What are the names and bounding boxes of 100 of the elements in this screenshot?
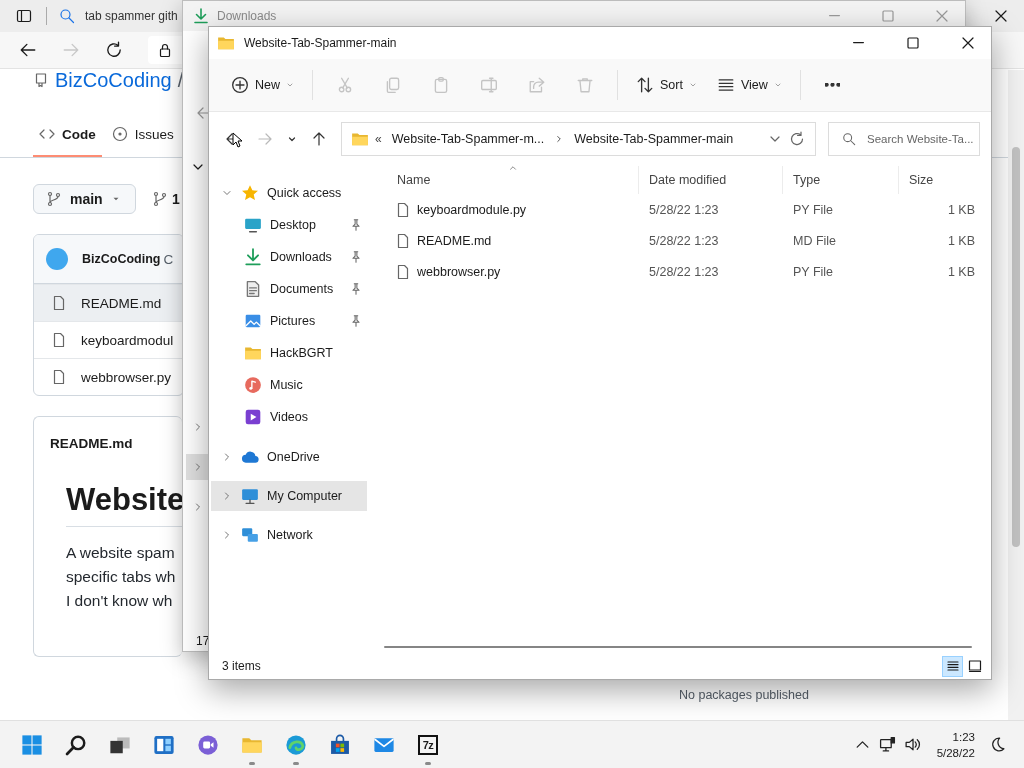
rename-icon [480, 76, 498, 94]
nav-item[interactable]: HackBGRT [211, 337, 367, 369]
branch-button[interactable]: main [33, 184, 136, 214]
music-icon [244, 376, 262, 394]
column-header[interactable]: Type [783, 166, 899, 194]
sidebar-icon[interactable] [16, 8, 32, 24]
column-header[interactable]: Date modified [639, 166, 783, 194]
nav-item[interactable]: Documents [211, 273, 367, 305]
search-icon [59, 8, 75, 24]
nav-item[interactable] [186, 454, 209, 480]
readme-text: specific tabs wh [66, 567, 177, 587]
folder-icon [217, 34, 235, 52]
speaker-icon[interactable] [903, 736, 921, 753]
folder-icon [351, 130, 369, 148]
nav-item[interactable]: Pictures [211, 305, 367, 337]
file-name: webbrowser.py [417, 264, 501, 279]
tiles-view-icon [966, 658, 983, 674]
column-header[interactable]: Name [387, 166, 639, 194]
file-name: README.md [417, 233, 492, 248]
store-icon [329, 733, 351, 756]
repo-tab[interactable]: Issues [105, 113, 174, 157]
view-button[interactable] [942, 655, 963, 677]
table-cell-text: 1 KB [946, 264, 976, 279]
scrollbar[interactable] [1008, 70, 1024, 720]
avatar [46, 248, 68, 270]
nav-item[interactable]: My Computer [211, 481, 367, 511]
clock-time[interactable]: 1:23 [952, 728, 975, 745]
nav-item[interactable]: Downloads [211, 241, 367, 273]
file-link[interactable]: keyboardmodul [81, 332, 174, 348]
download-icon [193, 8, 209, 24]
file-link[interactable]: README.md [81, 295, 162, 311]
commit-message[interactable]: C [163, 251, 174, 267]
refresh-icon[interactable] [105, 41, 123, 59]
branches-link[interactable]: 1 [152, 191, 180, 207]
nav-item[interactable]: OneDrive [211, 441, 367, 473]
address-bar[interactable]: « Website-Tab-Spammer-m... Website-Tab-Spammer-main [341, 122, 816, 156]
readme-text: I don't know wh [66, 591, 174, 611]
nav-item[interactable]: Quick access [211, 177, 367, 209]
table-cell-text: 5/28/22 1:23 [648, 264, 720, 279]
file-row[interactable]: README.md [34, 284, 183, 321]
close-icon [960, 35, 976, 51]
packages-note: No packages published [679, 688, 809, 702]
list-icon [716, 76, 735, 94]
nav-item[interactable]: Desktop [211, 209, 367, 241]
file-icon [51, 332, 67, 348]
file-link[interactable]: webbrowser.py [81, 369, 172, 385]
new-button[interactable]: New [221, 67, 304, 103]
star-icon [241, 184, 259, 202]
widgets-icon [153, 733, 175, 756]
branch-icon [46, 191, 62, 207]
taskbar-button[interactable]: 7z [406, 720, 450, 768]
file-row[interactable]: README.md 5/28/22 1:23 MD File 1 KB [369, 225, 991, 256]
table-cell-text: 1 KB [946, 233, 976, 248]
nav-item[interactable]: Network [211, 519, 367, 551]
table-cell-text: PY File [792, 202, 835, 217]
file-row[interactable]: keyboardmodule.py 5/28/22 1:23 PY File 1 KB [369, 194, 991, 225]
column-header[interactable]: Size [899, 166, 983, 194]
up-arrow-icon [311, 131, 327, 147]
breadcrumb-overflow[interactable]: « [375, 132, 382, 146]
pin-icon [349, 250, 363, 264]
chat-icon [197, 733, 219, 756]
moon-icon[interactable] [989, 736, 1006, 753]
archive-icon: 7z [418, 734, 438, 755]
clock-date[interactable]: 5/28/22 [936, 744, 975, 761]
more-icon [825, 83, 841, 87]
sort-button[interactable]: Sort [626, 67, 707, 103]
breadcrumb[interactable]: Website-Tab-Spammer-m... [387, 132, 549, 146]
commit-author[interactable]: BizCoCoding [82, 252, 161, 266]
file-row[interactable]: webbrowser.py 5/28/22 1:23 PY File 1 KB [369, 256, 991, 287]
address-bar[interactable] [148, 36, 182, 64]
image-icon [244, 312, 262, 330]
repo-icon [33, 72, 49, 88]
pin-icon [349, 218, 363, 232]
breadcrumb[interactable]: Website-Tab-Spammer-main [570, 132, 738, 146]
minimize-icon [852, 42, 864, 44]
readme-text: A website spam [66, 543, 176, 563]
nav-item[interactable]: Music [211, 369, 367, 401]
minimize-icon [828, 15, 840, 17]
issue-icon [111, 126, 128, 142]
back-arrow-icon[interactable] [19, 41, 37, 59]
monitor-icon [244, 216, 262, 234]
file-icon [395, 201, 411, 218]
copy-icon [384, 76, 402, 94]
table-cell-text: PY File [792, 264, 835, 279]
download-icon [244, 248, 262, 266]
status-text: 3 items [222, 659, 261, 673]
nav-item[interactable]: Videos [211, 401, 367, 433]
table-cell-text: 5/28/22 1:23 [648, 233, 720, 248]
maximize-icon [880, 8, 896, 24]
repo-tab[interactable]: Code [33, 113, 102, 157]
scrollbar[interactable] [384, 646, 972, 648]
repo-owner-link[interactable]: BizCoCoding [55, 68, 172, 92]
maximize-icon [905, 35, 921, 51]
file-icon [395, 232, 411, 249]
monitor-icon [241, 487, 259, 505]
network-icon[interactable] [878, 736, 896, 753]
browser-tab[interactable]: tab spammer gith [85, 9, 178, 23]
pin-icon [349, 314, 363, 328]
view-button[interactable]: View [706, 67, 792, 103]
search-field[interactable]: Search Website-Ta... [828, 122, 980, 156]
